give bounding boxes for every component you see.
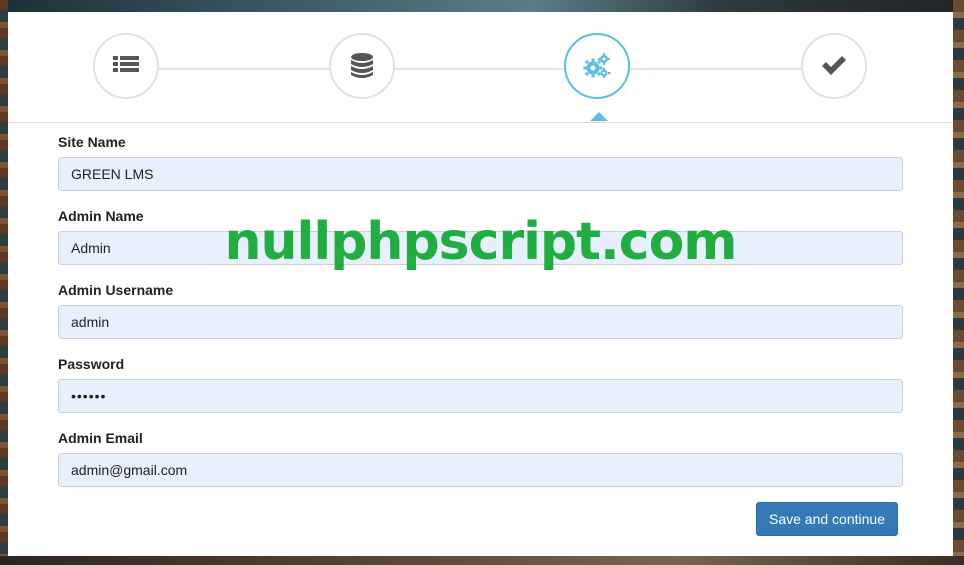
save-and-continue-button[interactable]: Save and continue	[756, 502, 898, 536]
password-input[interactable]	[58, 379, 903, 413]
wizard-steps	[8, 12, 953, 123]
installer-card: Site Name Admin Name Admin Username Pass…	[8, 12, 953, 556]
admin-email-label: Admin Email	[58, 430, 143, 446]
check-icon	[822, 56, 846, 75]
admin-email-input[interactable]	[58, 453, 903, 487]
admin-username-input[interactable]	[58, 305, 903, 339]
database-icon	[351, 53, 373, 78]
wizard-step-finish[interactable]	[801, 33, 867, 99]
wizard-step-database[interactable]	[329, 33, 395, 99]
gears-icon	[583, 53, 611, 78]
background-left	[0, 0, 8, 565]
active-step-pointer	[590, 112, 608, 121]
password-label: Password	[58, 356, 125, 372]
background-right	[953, 0, 964, 565]
background-bottom	[0, 556, 964, 565]
admin-name-input[interactable]	[58, 231, 903, 265]
wizard-step-settings[interactable]	[564, 33, 630, 99]
admin-name-label: Admin Name	[58, 208, 144, 224]
list-icon	[113, 56, 139, 72]
admin-username-label: Admin Username	[58, 282, 174, 298]
wizard-step-requirements[interactable]	[93, 33, 159, 99]
site-name-input[interactable]	[58, 157, 903, 191]
site-name-label: Site Name	[58, 134, 126, 150]
wizard-progress-line	[128, 68, 834, 70]
